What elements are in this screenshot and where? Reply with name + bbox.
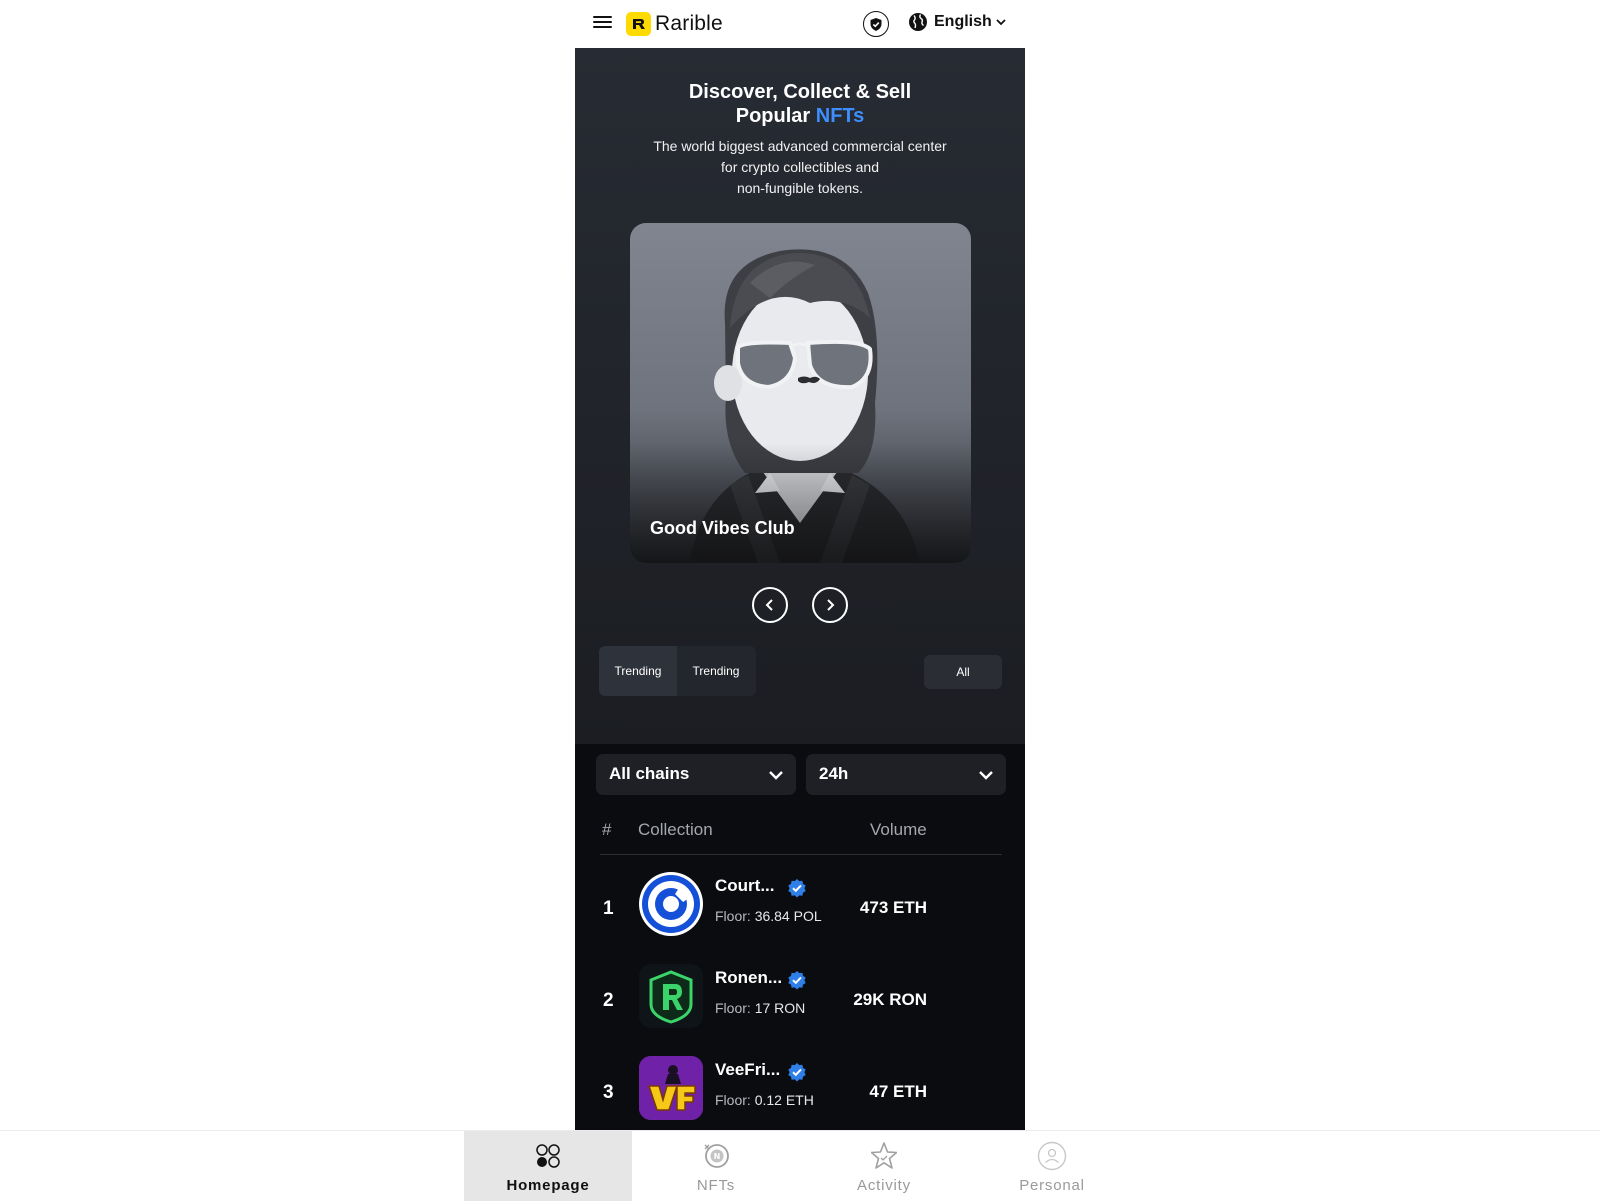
column-header-rank: # — [602, 820, 612, 839]
nav-personal[interactable]: Personal — [968, 1131, 1136, 1201]
period-select-value: 24h — [819, 764, 849, 783]
verified-badge-icon — [788, 971, 806, 990]
hero-title-line1: Discover, Collect & Sell — [688, 81, 912, 103]
table-row[interactable]: 3 VeeFri... Floor: 0.12 ETH 47 ETH — [575, 1056, 1025, 1130]
floor-label: Floor: — [715, 1000, 751, 1016]
language-label: English — [934, 13, 992, 30]
nav-homepage[interactable]: Homepage — [464, 1131, 632, 1201]
hero-title-prefix: Popular — [735, 105, 816, 127]
hero-title-accent: NFTs — [815, 105, 865, 127]
nav-nfts[interactable]: N NFTs — [632, 1131, 800, 1201]
chevron-down-icon — [769, 771, 783, 780]
collection-volume: 473 ETH — [859, 898, 927, 917]
hero-subtitle-line3: non-fungible tokens. — [736, 180, 864, 196]
featured-collection-card[interactable]: Good Vibes Club — [630, 223, 971, 563]
nfts-icon: N — [704, 1144, 729, 1168]
rarible-logo-mark — [626, 12, 651, 36]
chevron-down-icon — [979, 771, 993, 780]
person-icon — [1037, 1141, 1067, 1171]
table-row[interactable]: 2 Ronen... Floor: 17 RON 29K RON — [575, 964, 1025, 1056]
row-rank: 2 — [603, 990, 614, 1011]
hero-subtitle: The world biggest advanced commercial ce… — [645, 136, 955, 199]
collection-avatar — [639, 872, 703, 936]
rarible-logo[interactable]: Rarible — [626, 12, 723, 36]
floor-price: Floor: 17 RON — [715, 1000, 805, 1016]
homepage-icon — [536, 1144, 560, 1168]
floor-value: 17 RON — [754, 1000, 806, 1016]
svg-text:N: N — [714, 1152, 721, 1161]
star-icon — [871, 1142, 897, 1169]
shield-icon[interactable] — [863, 11, 889, 37]
floor-label: Floor: — [715, 908, 751, 924]
hamburger-menu-icon[interactable] — [593, 14, 615, 34]
table-row[interactable]: 1 Court... Floor: 36.84 POL 473 ETH — [575, 872, 1025, 964]
collection-name: VeeFri... — [715, 1060, 781, 1079]
column-header-volume[interactable]: Volume — [870, 820, 927, 840]
hero-title-line2: Popular NFTs — [575, 104, 1025, 128]
hero-section: Discover, Collect & Sell Popular NFTs Th… — [575, 48, 1025, 744]
globe-icon — [909, 13, 927, 31]
card-gradient — [630, 443, 971, 563]
period-select[interactable]: 24h — [806, 754, 1006, 795]
collection-ranking: All chains 24h # Collection Volume 1 Cou… — [575, 744, 1025, 1130]
nav-homepage-label: Homepage — [506, 1177, 590, 1194]
verified-badge-icon — [788, 879, 806, 898]
collection-name: Court... — [715, 876, 775, 895]
collection-volume: 47 ETH — [869, 1082, 927, 1101]
floor-price: Floor: 36.84 POL — [715, 908, 822, 924]
floor-value: 36.84 POL — [754, 908, 822, 924]
floor-value: 0.12 ETH — [754, 1092, 814, 1108]
collection-name: Ronen... — [715, 968, 783, 987]
ranking-tabs: Trending Trending — [599, 646, 756, 696]
row-rank: 1 — [603, 898, 614, 919]
collection-avatar — [639, 1056, 703, 1120]
chain-select-value: All chains — [609, 764, 690, 783]
chevron-right-icon — [827, 599, 835, 611]
nav-activity-label: Activity — [857, 1177, 911, 1194]
nav-nfts-label: NFTs — [696, 1177, 736, 1194]
chevron-down-icon — [996, 19, 1006, 26]
hero-subtitle-line1: The world biggest advanced commercial ce… — [653, 138, 947, 154]
collection-avatar — [639, 964, 703, 1028]
verified-badge-icon — [788, 1063, 806, 1082]
header-divider — [600, 854, 1002, 855]
brand-name: Rarible — [655, 12, 723, 35]
nav-activity[interactable]: Activity — [800, 1131, 968, 1201]
floor-label: Floor: — [715, 1092, 751, 1108]
collection-volume: 29K RON — [853, 990, 927, 1009]
bottom-navigation: Homepage N NFTs Activity Personal — [0, 1130, 1600, 1201]
carousel-next-button[interactable] — [812, 587, 848, 623]
nav-personal-label: Personal — [1019, 1177, 1085, 1194]
tab-trending[interactable]: Trending — [599, 646, 677, 696]
floor-price: Floor: 0.12 ETH — [715, 1092, 814, 1108]
carousel-prev-button[interactable] — [752, 587, 788, 623]
hero-title: Discover, Collect & Sell Popular NFTs — [575, 80, 1025, 128]
tab-trending-secondary[interactable]: Trending — [677, 646, 755, 696]
all-filter-button[interactable]: All — [924, 655, 1002, 689]
featured-collection-title: Good Vibes Club — [650, 518, 795, 538]
chain-select[interactable]: All chains — [596, 754, 796, 795]
top-header: Rarible English — [575, 0, 1025, 48]
chevron-left-icon — [765, 599, 773, 611]
language-selector[interactable]: English — [908, 12, 1007, 32]
column-header-collection[interactable]: Collection — [638, 820, 713, 840]
hero-subtitle-line2: for crypto collectibles and — [721, 159, 879, 175]
row-rank: 3 — [603, 1082, 614, 1103]
